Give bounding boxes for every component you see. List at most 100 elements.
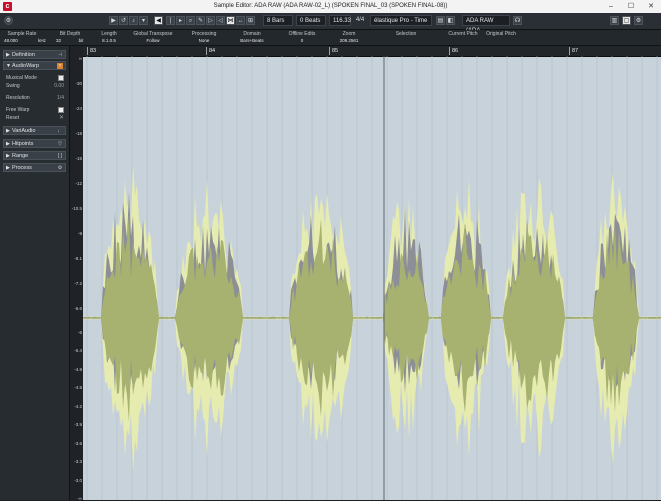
audio-list-icon[interactable]: ▤ [436, 16, 445, 25]
zoom-tool-icon[interactable]: ⌕ [186, 16, 195, 25]
info-selection[interactable]: Selection [372, 30, 440, 45]
scrub-tool-icon[interactable]: ◁ [216, 16, 225, 25]
chevron-right-icon: ▶ [6, 128, 10, 134]
section-definition[interactable]: ▶ Definition ⊣ [3, 50, 66, 59]
chevron-right-icon: ▶ [6, 165, 10, 171]
bar-marker-86: 86 [449, 47, 458, 55]
section-hitpoints[interactable]: ▶ Hitpoints ▽ [3, 139, 66, 148]
ruler-icon: ⊣ [57, 52, 63, 58]
resolution-row[interactable]: Resolution 1/4 [6, 94, 66, 102]
time-warp-icon[interactable]: ↔ [236, 16, 245, 25]
minimize-button[interactable]: – [601, 0, 621, 13]
variaudio-icon: ♩ [57, 128, 63, 134]
axis-tick: -3.9 [74, 422, 82, 428]
musical-mode-checkbox[interactable] [58, 75, 64, 81]
reset-row[interactable]: Reset ✕ [6, 114, 66, 122]
axis-tick: -4.8 [74, 366, 82, 372]
length-bars-field[interactable]: 8 Bars [263, 15, 293, 26]
volume-icon[interactable]: ♪ [129, 16, 138, 25]
swing-row[interactable]: Swing 0.00 [6, 82, 66, 90]
process-gear-icon: ⚙ [57, 165, 63, 171]
section-variaudio[interactable]: ▶ VariAudio ♩ [3, 126, 66, 135]
info-processing[interactable]: Processing None [180, 30, 228, 45]
headphones-icon[interactable]: ☊ [513, 16, 522, 25]
window-controls: – ☐ ✕ [601, 0, 661, 13]
snap-icon[interactable]: ⊞ [246, 16, 255, 25]
info-current-pitch[interactable]: Current Pitch [444, 30, 482, 45]
chevron-right-icon: ▶ [6, 141, 10, 147]
section-audiowarp[interactable]: ▼ AudioWarp ≈ [3, 61, 66, 70]
signature-value[interactable]: 4/4 [353, 15, 367, 26]
axis-tick: -4.2 [74, 403, 82, 409]
audio-event-select[interactable]: ADA RAW (ADA... [462, 15, 510, 34]
pencil-tool-icon[interactable]: ✎ [196, 16, 205, 25]
tempo-field[interactable]: 116.33 [329, 15, 351, 26]
info-domain[interactable]: Domain Bars+Beats [230, 30, 274, 45]
axis-tick: -10.5 [71, 206, 82, 211]
range-select-tool-icon[interactable]: | [166, 16, 175, 25]
bar-marker-87: 87 [569, 47, 578, 55]
info-sample-rate-unit: kHz [38, 38, 46, 43]
select-tool-icon[interactable]: ▸ [176, 16, 185, 25]
waveform-area[interactable]: 83 84 85 86 87 [83, 46, 661, 500]
free-warp-button[interactable] [58, 107, 64, 113]
dropdown-chevron-icon[interactable]: ▾ [139, 16, 148, 25]
audiowarp-icon: ≈ [57, 63, 63, 69]
axis-tick: -4.5 [74, 385, 82, 391]
play-button[interactable]: ▶ [109, 16, 118, 25]
chevron-down-icon: ▼ [6, 63, 11, 69]
musical-mode-row[interactable]: Musical Mode [6, 74, 66, 82]
axis-tick: -15 [75, 156, 82, 161]
axis-tick: -6 [77, 330, 82, 335]
axis-tick: -∞ [77, 496, 82, 501]
axis-tick: -3.3 [74, 459, 82, 465]
chevron-right-icon: ▶ [6, 52, 10, 58]
bar-marker-85: 85 [329, 47, 338, 55]
event-icon[interactable]: ◧ [446, 16, 455, 25]
info-original-pitch[interactable]: Original Pitch [482, 30, 520, 45]
loop-button[interactable]: ↺ [119, 16, 128, 25]
info-offline-edits[interactable]: Offline Edits 0 [278, 30, 326, 45]
info-length[interactable]: Length 8.1.0.5 [90, 30, 128, 45]
info-global-transpose[interactable]: Global Transpose Follow [128, 30, 178, 45]
panel-toggle-icon[interactable]: ▢ [622, 16, 631, 25]
algorithm-select[interactable]: élastique Pro - Time [370, 15, 432, 26]
play-tool-icon[interactable]: ▷ [206, 16, 215, 25]
info-bit-depth-unit: bit [78, 38, 84, 43]
close-button[interactable]: ✕ [641, 0, 661, 13]
axis-tick: -9 [77, 231, 82, 236]
waveform-display[interactable] [83, 56, 661, 500]
range-icon: [ ] [57, 153, 63, 159]
config-gear-icon[interactable]: ⚙ [634, 16, 643, 25]
section-range[interactable]: ▶ Range [ ] [3, 151, 66, 160]
axis-tick: -18 [75, 131, 82, 136]
axis-tick: -3.6 [74, 440, 82, 446]
axis-tick: ∞ [78, 56, 82, 61]
warp-tool-icon[interactable]: ⋈ [226, 16, 235, 25]
bar-marker-84: 84 [206, 47, 215, 55]
free-warp-row[interactable]: Free Warp [6, 106, 66, 114]
axis-tick: -5.4 [74, 348, 82, 354]
axis-tick: -24 [75, 106, 82, 111]
axis-tick: -8.1 [74, 256, 82, 261]
axis-tick: -3.0 [74, 477, 82, 483]
settings-icon[interactable]: ⚙ [4, 16, 13, 25]
section-process[interactable]: ▶ Process ⚙ [3, 163, 66, 172]
axis-tick: -6.6 [74, 306, 82, 311]
info-zoom[interactable]: Zoom 209.2561 [330, 30, 368, 45]
info-line: Sample Rate 48.000 kHz Bit Depth 32 bit Le… [0, 30, 661, 46]
beats-field[interactable]: 0 Beats [296, 15, 326, 26]
window-titlebar: c Sample Editor: ADA RAW (ADA RAW-02_L) … [0, 0, 661, 13]
toolbar: ⚙ ▶ ↺ ♪ ▾ ◀ | ▸ ⌕ ✎ ▷ ◁ ⋈ ↔ ⊞ 8 Bars 0 B… [0, 13, 661, 34]
inspector-panel: ▶ Definition ⊣ ▼ AudioWarp ≈ Musical Mod… [0, 46, 70, 500]
bar-marker-83: 83 [87, 47, 96, 55]
reset-icon[interactable]: ✕ [59, 114, 64, 122]
layout-icon[interactable]: ▥ [610, 16, 619, 25]
audition-icon[interactable]: ◀ [154, 16, 163, 25]
axis-tick: -7.2 [74, 281, 82, 286]
maximize-button[interactable]: ☐ [621, 0, 641, 13]
chevron-right-icon: ▶ [6, 153, 10, 159]
hitpoints-icon: ▽ [58, 141, 62, 147]
axis-tick: -12 [75, 181, 82, 186]
window-title: Sample Editor: ADA RAW (ADA RAW-02_L) (S… [213, 3, 448, 9]
